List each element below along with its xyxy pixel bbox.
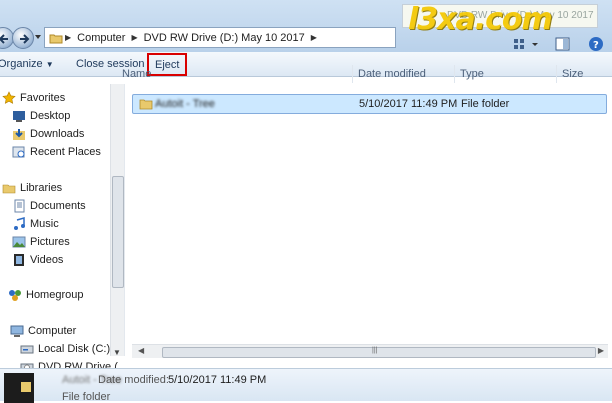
change-view-icon — [514, 39, 538, 49]
title-bar: ▶ Computer ▶ DVD RW Drive (D:) May 10 20… — [0, 0, 612, 52]
nav-favorites-label: Favorites — [20, 92, 66, 104]
breadcrumb-computer[interactable]: Computer — [73, 32, 129, 44]
breadcrumb-separator-icon[interactable]: ▶ — [309, 33, 319, 42]
chevron-down-icon: ▼ — [45, 60, 54, 69]
breadcrumb-dvd-drive[interactable]: DVD RW Drive (D:) May 10 2017 — [140, 32, 309, 44]
nav-desktop-label: Desktop — [30, 110, 71, 122]
pane-splitter[interactable] — [124, 84, 125, 356]
nav-scrollbar[interactable]: ▼ — [110, 84, 124, 357]
navigation-pane: Favorites Desktop Downloads Recent Place… — [0, 84, 120, 373]
details-date-label: Date modified: — [98, 374, 169, 386]
nav-music-label: Music — [30, 218, 59, 230]
pictures-icon — [12, 236, 26, 248]
folder-preview-icon — [4, 373, 34, 403]
breadcrumb-separator-icon[interactable]: ▶ — [129, 33, 139, 42]
column-name[interactable]: Name — [122, 68, 151, 80]
column-size[interactable]: Size — [562, 68, 583, 80]
recent-pages-icon[interactable] — [34, 33, 42, 41]
music-icon — [14, 217, 25, 230]
nav-recent-places-label: Recent Places — [30, 146, 101, 158]
details-date-value: 5/10/2017 11:49 PM — [168, 374, 267, 386]
videos-icon — [14, 254, 24, 266]
horizontal-scrollbar-thumb[interactable] — [162, 347, 596, 358]
star-icon — [2, 91, 16, 104]
organize-label: Organize — [0, 58, 43, 70]
column-date-modified[interactable]: Date modified — [358, 68, 426, 80]
nav-pictures-label: Pictures — [30, 236, 70, 248]
back-arrow-icon — [0, 34, 8, 44]
hard-drive-icon — [20, 345, 34, 354]
downloads-icon — [13, 129, 25, 140]
scrollbar-grip-icon: ||| — [372, 347, 378, 354]
organize-button[interactable]: Organize ▼ — [0, 58, 54, 70]
breadcrumb-separator-icon: ▶ — [65, 33, 72, 42]
scroll-left-arrow-icon[interactable]: ◀ — [138, 346, 144, 355]
file-type: File folder — [461, 98, 510, 110]
documents-icon — [14, 199, 25, 213]
nav-videos-label: Videos — [30, 254, 64, 266]
explorer-window: ▶ Computer ▶ DVD RW Drive (D:) May 10 20… — [0, 0, 612, 403]
column-divider[interactable] — [352, 65, 353, 83]
computer-icon — [10, 325, 24, 337]
nav-downloads-label: Downloads — [30, 128, 85, 140]
column-header: Name Date modified Type Size — [122, 65, 612, 83]
scroll-down-arrow-icon[interactable]: ▼ — [113, 348, 121, 357]
nav-homegroup-label: Homegroup — [26, 289, 84, 301]
help-icon: ? — [589, 37, 603, 51]
forward-button[interactable] — [12, 27, 34, 49]
details-type: File folder — [62, 391, 111, 403]
column-type[interactable]: Type — [460, 68, 484, 80]
nav-local-disk-label: Local Disk (C:) — [38, 343, 111, 355]
watermark-logo: l3xa.com — [408, 2, 553, 37]
libraries-icon — [2, 184, 16, 194]
view-options-icons[interactable]: ? — [510, 36, 610, 52]
preview-pane-icon — [555, 37, 570, 51]
nav-scrollbar-thumb[interactable] — [112, 176, 124, 288]
column-divider[interactable] — [556, 65, 557, 83]
forward-arrow-icon — [20, 34, 30, 44]
desktop-icon — [13, 111, 25, 122]
file-name: Autoit - Tree — [155, 98, 215, 110]
folder-icon — [49, 34, 63, 43]
nav-buttons — [0, 27, 34, 49]
recent-places-icon — [12, 146, 25, 158]
file-date: 5/10/2017 11:49 PM — [359, 98, 458, 110]
column-divider[interactable] — [454, 65, 455, 83]
homegroup-icon — [9, 290, 21, 301]
svg-text:?: ? — [593, 40, 599, 51]
horizontal-scrollbar[interactable]: ◀ ||| ▶ — [132, 344, 608, 358]
table-row[interactable]: Autoit - Tree 5/10/2017 11:49 PM File fo… — [132, 94, 607, 114]
folder-icon — [139, 99, 153, 110]
nav-libraries-label: Libraries — [20, 182, 63, 194]
address-bar[interactable]: ▶ Computer ▶ DVD RW Drive (D:) May 10 20… — [44, 27, 396, 48]
details-pane: Autoit - Tree Date modified: 5/10/2017 1… — [0, 368, 612, 403]
nav-computer-label: Computer — [28, 325, 77, 337]
scroll-right-arrow-icon[interactable]: ▶ — [598, 346, 604, 355]
nav-documents-label: Documents — [30, 200, 86, 212]
